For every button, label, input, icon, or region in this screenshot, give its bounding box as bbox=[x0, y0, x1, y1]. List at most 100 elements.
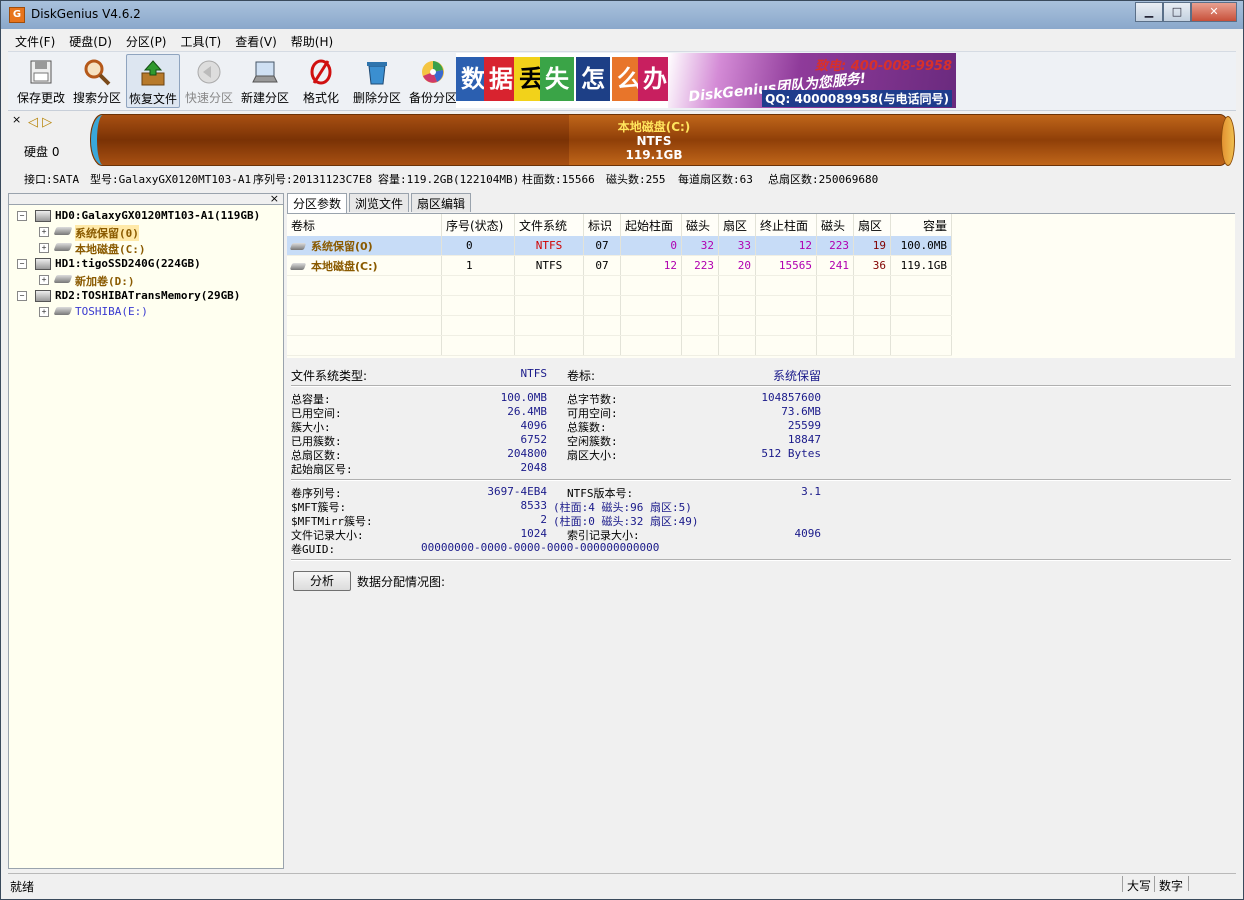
status-empty-cell bbox=[1188, 876, 1225, 891]
analyze-button[interactable]: 分析 bbox=[293, 571, 351, 591]
menu-help[interactable]: 帮助(H) bbox=[284, 30, 340, 50]
sector-size-label: 扇区大小: bbox=[567, 449, 618, 462]
cell-start-cyl: 0 bbox=[620, 236, 682, 256]
disk-number-label: 硬盘 0 bbox=[24, 145, 60, 159]
partition-icon bbox=[289, 263, 307, 270]
disk-cylinder[interactable]: 本地磁盘(C:) NTFS 119.1GB bbox=[90, 114, 1235, 166]
backup-partition-button[interactable]: 备份分区 bbox=[406, 54, 460, 108]
partition-details-pane: 分区参数 浏览文件 扇区编辑 卷标 序号(状态) 文件系统 标识 起始柱面 磁头… bbox=[287, 193, 1237, 869]
cell-start-cyl: 12 bbox=[620, 255, 682, 276]
col-start-cylinder[interactable]: 起始柱面 bbox=[620, 214, 682, 236]
partition-bar-name: 本地磁盘(C:) bbox=[617, 120, 691, 134]
col-file-system[interactable]: 文件系统 bbox=[514, 214, 584, 236]
new-partition-button[interactable]: 新建分区 bbox=[238, 54, 292, 108]
col-end-head[interactable]: 磁头 bbox=[816, 214, 854, 236]
format-button[interactable]: 格式化 bbox=[294, 54, 348, 108]
toolbar-label: 恢复文件 bbox=[128, 92, 177, 106]
table-row[interactable]: 系统保留(0) 0 NTFS 07 0 32 33 12 223 19 100.… bbox=[287, 236, 952, 256]
close-button[interactable]: ✕ bbox=[1191, 2, 1237, 22]
cell-index: 1 bbox=[441, 255, 515, 276]
cell-volume-label: 本地磁盘(C:) bbox=[311, 259, 378, 273]
volume-label-value: 系统保留 bbox=[772, 369, 821, 383]
toolbar-label: 格式化 bbox=[302, 91, 339, 105]
table-row-empty bbox=[287, 295, 952, 316]
cylinder-end-cap bbox=[1221, 116, 1235, 166]
table-row[interactable]: 本地磁盘(C:) 1 NTFS 07 12 223 20 15565 241 3… bbox=[287, 255, 952, 276]
disk-map-close-icon[interactable]: × bbox=[12, 113, 21, 126]
col-id[interactable]: 标识 bbox=[583, 214, 621, 236]
cell-volume: 系统保留(0) bbox=[287, 236, 442, 256]
tree-node-label: TOSHIBA(E:) bbox=[75, 305, 148, 318]
expand-icon[interactable]: + bbox=[39, 307, 49, 317]
col-start-sector[interactable]: 扇区 bbox=[718, 214, 756, 236]
divider bbox=[291, 479, 1231, 481]
menu-file[interactable]: 文件(F) bbox=[8, 30, 62, 50]
disk-map: × ◁ ▷ 硬盘 0 本地磁盘(C:) NTFS 119.1GB bbox=[8, 111, 1236, 167]
quick-partition-button[interactable]: 快速分区 bbox=[182, 54, 236, 108]
status-text: 就绪 bbox=[10, 880, 35, 894]
col-start-head[interactable]: 磁头 bbox=[681, 214, 719, 236]
cell-end-head: 241 bbox=[816, 255, 854, 276]
disk-nav-arrows-icon[interactable]: ◁ ▷ bbox=[28, 115, 52, 130]
cell-start-head: 223 bbox=[681, 255, 719, 276]
cell-capacity: 100.0MB bbox=[890, 236, 952, 256]
disk-cylinders: 柱面数:15566 bbox=[522, 173, 595, 186]
removable-disk-icon bbox=[35, 290, 51, 302]
tree-pane-header: × bbox=[9, 192, 283, 205]
menu-partition[interactable]: 分区(P) bbox=[119, 30, 174, 50]
save-disk-icon bbox=[30, 60, 52, 84]
partition-icon bbox=[289, 243, 307, 250]
delete-partition-button[interactable]: 删除分区 bbox=[350, 54, 404, 108]
detail-tabs: 分区参数 浏览文件 扇区编辑 bbox=[287, 193, 473, 214]
tab-sector-edit[interactable]: 扇区编辑 bbox=[411, 193, 472, 212]
maximize-button[interactable]: □ bbox=[1163, 2, 1191, 22]
collapse-icon[interactable]: − bbox=[17, 259, 27, 269]
magnifier-icon bbox=[84, 59, 111, 86]
expand-icon[interactable]: + bbox=[39, 227, 49, 237]
volume-serial-value: 3697-4EB4 bbox=[487, 485, 547, 498]
col-end-sector[interactable]: 扇区 bbox=[853, 214, 891, 236]
start-sector-label: 起始扇区号: bbox=[291, 463, 353, 476]
disk-tree-pane: × − HD0:GalaxyGX0120MT103-A1(119GB) + 系统… bbox=[8, 192, 284, 869]
partition-icon bbox=[53, 227, 73, 235]
cluster-size-value: 4096 bbox=[520, 419, 548, 432]
start-sector-value: 2048 bbox=[520, 461, 548, 474]
promo-banner[interactable]: 数 据 丢 失 怎 么 办 DiskGenius团队为您服务! 致电: 400-… bbox=[456, 53, 956, 108]
minimize-button[interactable]: ▁ bbox=[1135, 2, 1163, 22]
tree-pane-close-icon[interactable]: × bbox=[270, 192, 279, 205]
expand-icon[interactable]: + bbox=[39, 243, 49, 253]
col-index-status[interactable]: 序号(状态) bbox=[441, 214, 515, 236]
cell-fs: NTFS bbox=[514, 255, 584, 276]
collapse-icon[interactable]: − bbox=[17, 291, 27, 301]
collapse-icon[interactable]: − bbox=[17, 211, 27, 221]
tree-node-label: 新加卷(D:) bbox=[75, 275, 135, 288]
search-partition-button[interactable]: 搜索分区 bbox=[70, 54, 124, 108]
partition-bar-reserved[interactable] bbox=[91, 115, 569, 165]
banner-tile: 失 bbox=[540, 57, 574, 101]
trash-icon bbox=[367, 62, 387, 85]
menu-view[interactable]: 查看(V) bbox=[228, 30, 284, 50]
col-end-cylinder[interactable]: 终止柱面 bbox=[755, 214, 817, 236]
tab-partition-params[interactable]: 分区参数 bbox=[287, 193, 348, 214]
fs-type-row: 文件系统类型: NTFS 卷标: 系统保留 bbox=[291, 367, 1231, 383]
free-space-value: 73.6MB bbox=[781, 405, 821, 418]
col-capacity[interactable]: 容量 bbox=[890, 214, 952, 236]
partition-bar-c[interactable]: 本地磁盘(C:) NTFS 119.1GB bbox=[569, 120, 739, 162]
table-header-row: 卷标 序号(状态) 文件系统 标识 起始柱面 磁头 扇区 终止柱面 磁头 扇区 … bbox=[287, 214, 952, 236]
expand-icon[interactable]: + bbox=[39, 275, 49, 285]
recover-files-button[interactable]: 恢复文件 bbox=[126, 54, 180, 108]
total-bytes-value: 104857600 bbox=[761, 391, 821, 404]
hard-disk-icon bbox=[35, 258, 51, 270]
sector-size-value: 512 Bytes bbox=[761, 447, 821, 460]
cell-volume-label: 系统保留(0) bbox=[311, 239, 373, 253]
menu-tools[interactable]: 工具(T) bbox=[174, 30, 229, 50]
col-volume-label[interactable]: 卷标 bbox=[287, 214, 442, 236]
cell-capacity: 119.1GB bbox=[890, 255, 952, 276]
cell-volume: 本地磁盘(C:) bbox=[287, 255, 442, 276]
title-bar[interactable]: G DiskGenius V4.6.2 ▁ □ ✕ bbox=[1, 1, 1243, 29]
menu-disk[interactable]: 硬盘(D) bbox=[62, 30, 119, 50]
cell-end-head: 223 bbox=[816, 236, 854, 256]
tab-browse-files[interactable]: 浏览文件 bbox=[349, 193, 410, 212]
toolbar-label: 备份分区 bbox=[408, 91, 457, 105]
save-changes-button[interactable]: 保存更改 bbox=[14, 54, 68, 108]
